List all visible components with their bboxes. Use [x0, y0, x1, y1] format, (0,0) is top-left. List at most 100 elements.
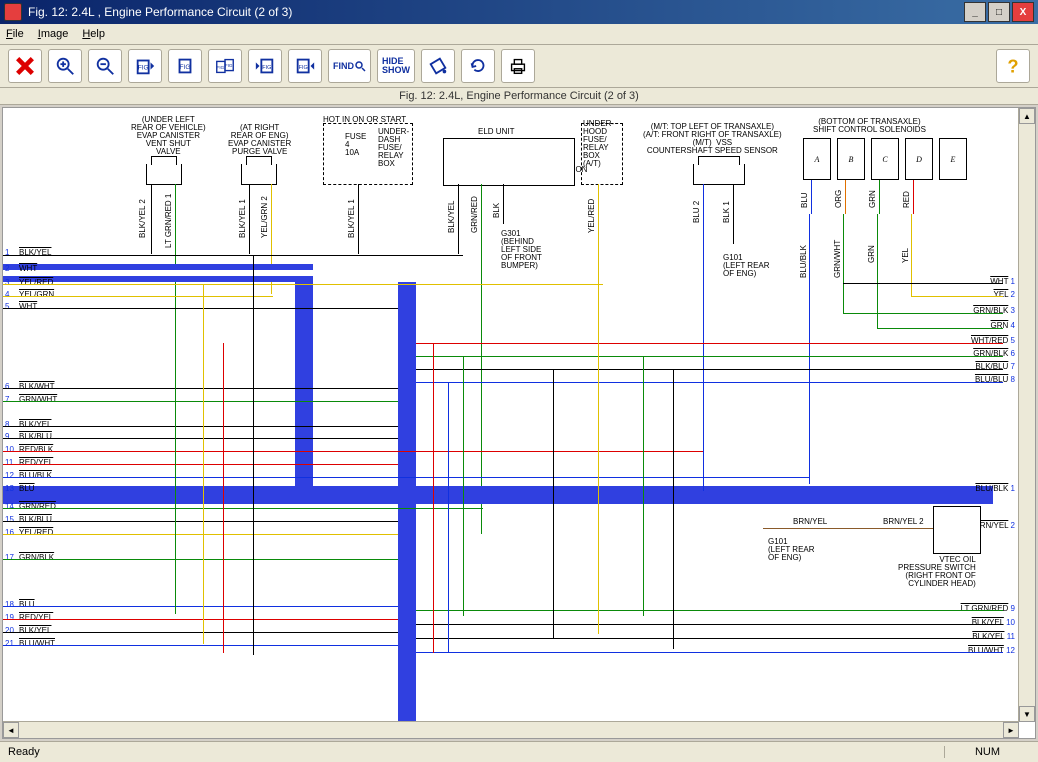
pin-left-17: 17GRN/BLK	[5, 553, 54, 562]
wire	[643, 356, 644, 616]
wire	[3, 426, 398, 427]
pin-left-20: 20BLK/YEL	[5, 626, 51, 635]
wire	[3, 284, 603, 285]
scroll-up-button[interactable]: ▲	[1019, 108, 1035, 124]
wire	[416, 652, 1003, 653]
svg-text:FIG: FIG	[225, 63, 233, 68]
pin-left-13: 13BLU	[5, 484, 35, 493]
scroll-down-button[interactable]: ▼	[1019, 706, 1035, 722]
fig-prev-button[interactable]: FIG	[128, 49, 162, 83]
fig-right-button[interactable]: FIG	[288, 49, 322, 83]
zoom-out-button[interactable]	[88, 49, 122, 83]
menu-help[interactable]: Help	[82, 28, 105, 40]
svg-text:FIG: FIG	[217, 65, 225, 70]
label-eld: ELD UNIT	[478, 128, 514, 136]
wire	[416, 624, 1003, 625]
wire	[733, 184, 734, 244]
wire	[203, 284, 204, 644]
horizontal-scrollbar[interactable]: ◄ ►	[3, 721, 1019, 738]
wire-label: LT GRN/RED 1	[165, 194, 173, 248]
zoom-in-button[interactable]	[48, 49, 82, 83]
wire	[3, 438, 398, 439]
hide-show-button[interactable]: HIDE SHOW	[377, 49, 415, 83]
label-vss: (M/T: TOP LEFT OF TRANSAXLE) (A/T: FRONT…	[643, 123, 782, 155]
maximize-button[interactable]: □	[988, 2, 1010, 22]
wire-label: YEL	[902, 248, 910, 263]
wire-label: BLU/BLK	[800, 245, 808, 278]
diagram-viewport[interactable]: (UNDER LEFT REAR OF VEHICLE) EVAP CANIST…	[2, 107, 1036, 739]
solenoid-a: A	[803, 138, 831, 180]
wire	[175, 344, 176, 614]
wire	[913, 180, 914, 214]
wire-label: BLU	[801, 192, 809, 208]
wire	[598, 184, 599, 284]
pin-left-8: 8BLK/YEL	[5, 420, 51, 429]
fig-multi-button[interactable]: FIGFIG	[208, 49, 242, 83]
status-ready: Ready	[8, 746, 40, 758]
box-vtec-switch	[933, 506, 981, 554]
print-button[interactable]	[501, 49, 535, 83]
pin-left-7: 7GRN/WHT	[5, 395, 57, 404]
figure-caption: Fig. 12: 2.4L, Engine Performance Circui…	[0, 88, 1038, 105]
status-numlock: NUM	[944, 746, 1030, 758]
wire	[3, 619, 398, 620]
label-evap-vent: (UNDER LEFT REAR OF VEHICLE) EVAP CANIST…	[131, 116, 206, 156]
wire	[843, 214, 844, 314]
bucket-button[interactable]	[421, 49, 455, 83]
wire	[877, 214, 878, 329]
close-red-button[interactable]	[8, 49, 42, 83]
pin-right-11: BLK/YEL 10	[972, 618, 1015, 627]
pin-right-10: LT GRN/RED 9	[961, 604, 1015, 613]
pin-left-10: 10RED/BLK	[5, 445, 53, 454]
refresh-button[interactable]	[461, 49, 495, 83]
wire-label: GRN/WHT	[834, 240, 842, 278]
fig-single-button[interactable]: FIG	[168, 49, 202, 83]
wire	[416, 356, 1003, 357]
scroll-right-button[interactable]: ►	[1003, 722, 1019, 738]
wire	[3, 632, 398, 633]
wire-label: RED	[903, 191, 911, 208]
toolbar: FIG FIG FIGFIG FIG FIG FIND HIDE SHOW ?	[0, 45, 1038, 88]
menu-file[interactable]: File	[6, 28, 24, 40]
pin-left-12: 12BLU/BLK	[5, 471, 52, 480]
wire	[703, 184, 704, 484]
pin-right-8: BLU/BLK 1	[975, 484, 1015, 493]
pin-left-14: 14GRN/RED	[5, 502, 56, 511]
close-button[interactable]: X	[1012, 2, 1034, 22]
wire	[809, 214, 810, 484]
wire-label: YEL/RED	[588, 199, 596, 233]
wire-label: BLK/YEL 1	[239, 199, 247, 238]
wire	[703, 451, 704, 491]
wire	[463, 356, 464, 616]
wire	[763, 528, 933, 529]
connector-evap-purge	[241, 164, 277, 185]
solenoid-b: B	[837, 138, 865, 180]
minimize-button[interactable]: _	[964, 2, 986, 22]
fig-left-button[interactable]: FIG	[248, 49, 282, 83]
wire	[3, 508, 483, 509]
scroll-left-button[interactable]: ◄	[3, 722, 19, 738]
wire	[481, 184, 482, 534]
wire-label: GRN/RED	[471, 196, 479, 233]
vertical-scrollbar[interactable]: ▲ ▼	[1018, 108, 1035, 722]
wire	[503, 184, 504, 224]
pin-right-12: BLK/YEL 11	[972, 632, 1015, 641]
wire	[416, 369, 1003, 370]
pin-left-19: 19RED/YEL	[5, 613, 53, 622]
find-button[interactable]: FIND	[328, 49, 371, 83]
wire	[358, 184, 359, 254]
wire	[3, 477, 810, 478]
pin-left-16: 16YEL/RED	[5, 528, 53, 537]
wire	[3, 521, 398, 522]
help-button[interactable]: ?	[996, 49, 1030, 83]
connector-evap-vent	[146, 164, 182, 185]
svg-text:FIG: FIG	[262, 65, 271, 71]
box-underhood	[581, 123, 623, 185]
solenoid-d: D	[905, 138, 933, 180]
menu-image[interactable]: Image	[38, 28, 69, 40]
wire	[811, 180, 812, 214]
wire	[3, 388, 398, 389]
svg-text:?: ?	[1007, 55, 1018, 76]
wire-label: GRN	[869, 190, 877, 208]
wire	[843, 283, 1003, 284]
